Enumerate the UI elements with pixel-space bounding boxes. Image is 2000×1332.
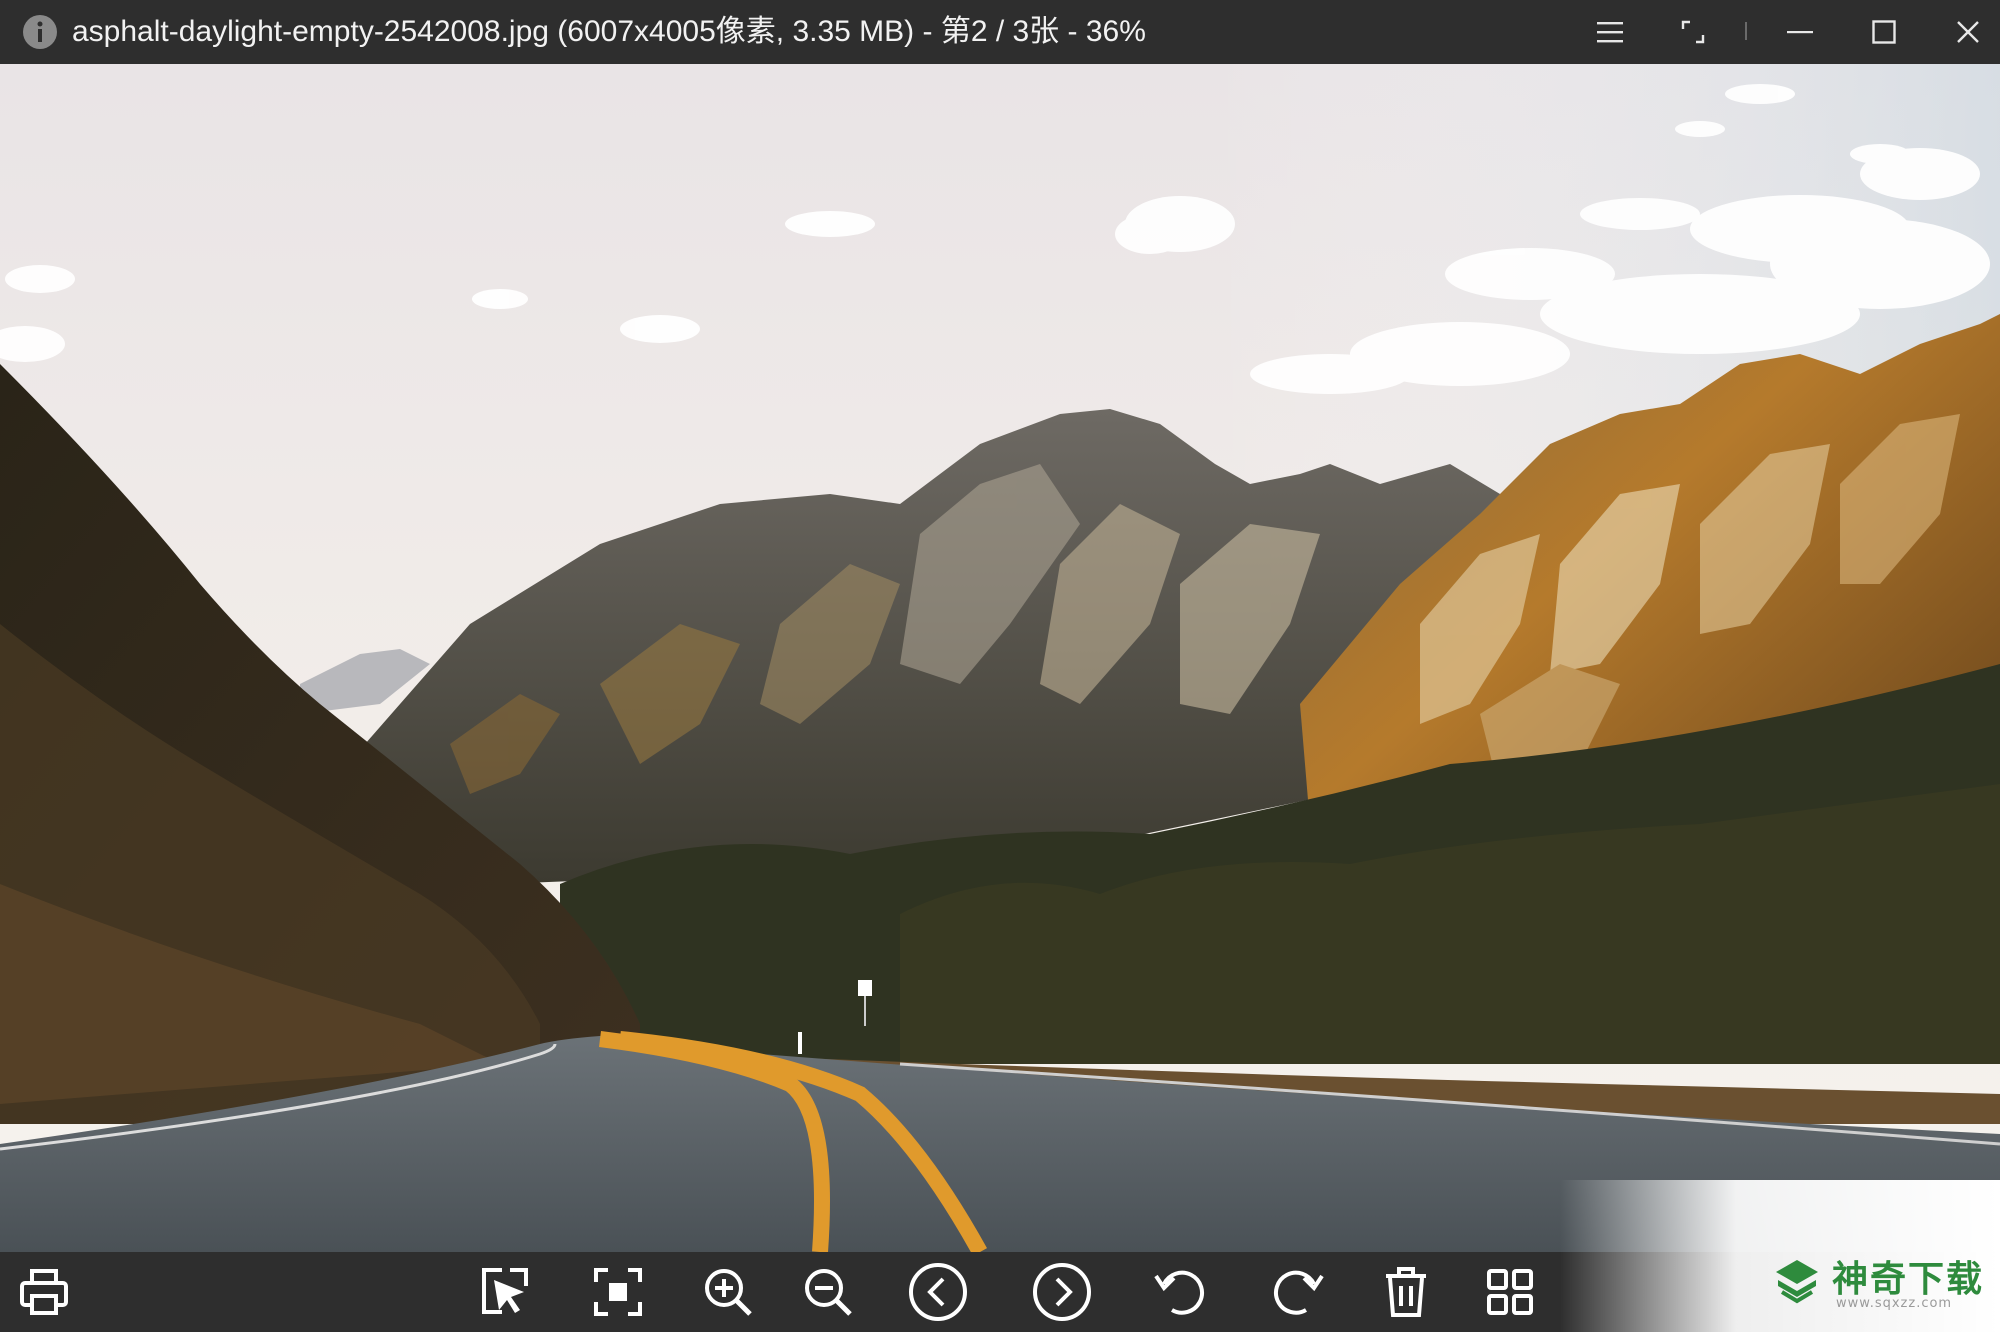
minimize-button[interactable] — [1770, 0, 1830, 64]
photo-image — [0, 64, 2000, 1252]
zoom-in-icon — [705, 1269, 752, 1316]
rotate-left-icon — [1154, 1270, 1204, 1315]
maximize-button[interactable] — [1854, 0, 1914, 64]
select-tool-button[interactable] — [474, 1260, 538, 1324]
rotate-left-button[interactable] — [1150, 1260, 1214, 1324]
watermark: 神奇下载 www.sqxzz.com — [1560, 1180, 2000, 1332]
delete-button[interactable] — [1374, 1260, 1438, 1324]
next-button[interactable] — [1030, 1260, 1094, 1324]
menu-button[interactable] — [1580, 0, 1640, 64]
print-button[interactable] — [12, 1260, 76, 1324]
minimize-icon — [1787, 31, 1813, 34]
fit-screen-button[interactable] — [586, 1260, 650, 1324]
menu-icon — [1597, 22, 1623, 43]
image-viewport[interactable] — [0, 64, 2000, 1252]
rotate-right-button[interactable] — [1264, 1260, 1328, 1324]
brand-url: www.sqxzz.com — [1836, 1296, 1953, 1311]
zoom-out-button[interactable] — [796, 1260, 860, 1324]
fullscreen-button[interactable] — [1663, 0, 1723, 64]
grid-view-icon — [1487, 1269, 1533, 1315]
brand-logo-icon — [1776, 1260, 1818, 1304]
title-bar: asphalt-daylight-empty-2542008.jpg (6007… — [0, 0, 2000, 64]
close-icon — [1957, 21, 1979, 43]
info-icon[interactable] — [22, 14, 58, 50]
brand-name: 神奇下载 — [1832, 1259, 1985, 1300]
rotate-right-icon — [1274, 1270, 1324, 1315]
maximize-icon — [1872, 20, 1896, 44]
previous-icon — [909, 1263, 967, 1321]
fullscreen-icon — [1681, 20, 1705, 44]
next-icon — [1033, 1263, 1091, 1321]
close-button[interactable] — [1938, 0, 1998, 64]
delete-icon — [1386, 1267, 1426, 1317]
select-cursor-icon — [482, 1268, 528, 1314]
zoom-in-button[interactable] — [696, 1260, 760, 1324]
window-title: asphalt-daylight-empty-2542008.jpg (6007… — [72, 15, 1146, 48]
grid-view-button[interactable] — [1478, 1260, 1542, 1324]
previous-button[interactable] — [906, 1260, 970, 1324]
fit-screen-icon — [594, 1268, 642, 1316]
zoom-out-icon — [805, 1269, 852, 1316]
titlebar-separator — [1745, 22, 1747, 40]
print-icon — [20, 1269, 68, 1315]
